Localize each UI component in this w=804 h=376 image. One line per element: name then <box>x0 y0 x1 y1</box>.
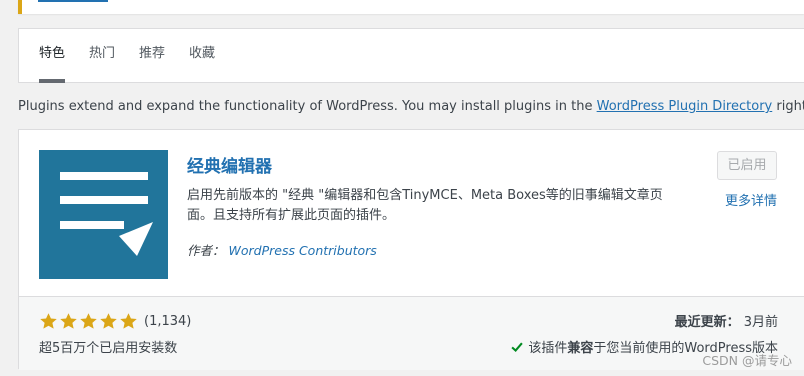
checkmark-icon <box>511 341 524 352</box>
star-filled-icon <box>40 312 57 329</box>
tab-favorites[interactable]: 收藏 <box>189 29 215 83</box>
more-details-link[interactable]: 更多详情 <box>725 190 777 209</box>
tab-popular[interactable]: 热门 <box>89 29 115 83</box>
last-updated-value: 3月前 <box>743 315 778 330</box>
plugin-name-link[interactable]: 经典编辑器 <box>187 152 272 177</box>
plugin-filter-tabs: 特色 热门 推荐 收藏 <box>18 28 804 83</box>
compat-prefix: 该插件 <box>528 341 568 356</box>
plugin-card-footer: (1,134) 超5百万个已启用安装数 最近更新： 3月前 该插件 兼容 于您当前使… <box>19 296 804 370</box>
intro-text-before: Plugins extend and expand the functional… <box>18 99 597 114</box>
activated-button[interactable]: 已启用 <box>717 151 777 180</box>
plugin-author: 作者： WordPress Contributors <box>187 240 377 259</box>
star-filled-icon <box>100 312 117 329</box>
plugin-card: 经典编辑器 启用先前版本的 "经典 "编辑器和包含TinyMCE、Meta Bo… <box>18 129 804 370</box>
tab-featured[interactable]: 特色 <box>39 29 66 83</box>
notice-remnant <box>18 0 804 14</box>
tab-recommended[interactable]: 推荐 <box>139 29 165 83</box>
plugin-directory-link[interactable]: WordPress Plugin Directory <box>597 99 773 114</box>
author-link[interactable]: WordPress Contributors <box>229 243 377 258</box>
author-label: 作者： <box>187 243 225 258</box>
last-updated: 最近更新： 3月前 <box>675 311 778 330</box>
compat-bold: 兼容 <box>567 341 594 356</box>
plugin-description: 启用先前版本的 "经典 "编辑器和包含TinyMCE、Meta Boxes等的旧… <box>187 188 663 223</box>
watermark-text: CSDN @请专心 <box>702 353 792 368</box>
notice-link-fragment <box>38 0 108 2</box>
active-installs: 超5百万个已启用安装数 <box>39 341 178 356</box>
star-filled-icon <box>80 312 97 329</box>
star-filled-icon <box>120 312 137 329</box>
document-lines-icon[interactable] <box>39 150 168 279</box>
star-rating <box>39 310 139 332</box>
intro-text-after: right from here, or u <box>776 99 804 114</box>
plugins-intro-text: Plugins extend and expand the functional… <box>18 99 804 114</box>
last-updated-label: 最近更新： <box>674 315 740 330</box>
rating-count[interactable]: (1,134) <box>144 314 191 329</box>
star-filled-icon <box>60 312 77 329</box>
